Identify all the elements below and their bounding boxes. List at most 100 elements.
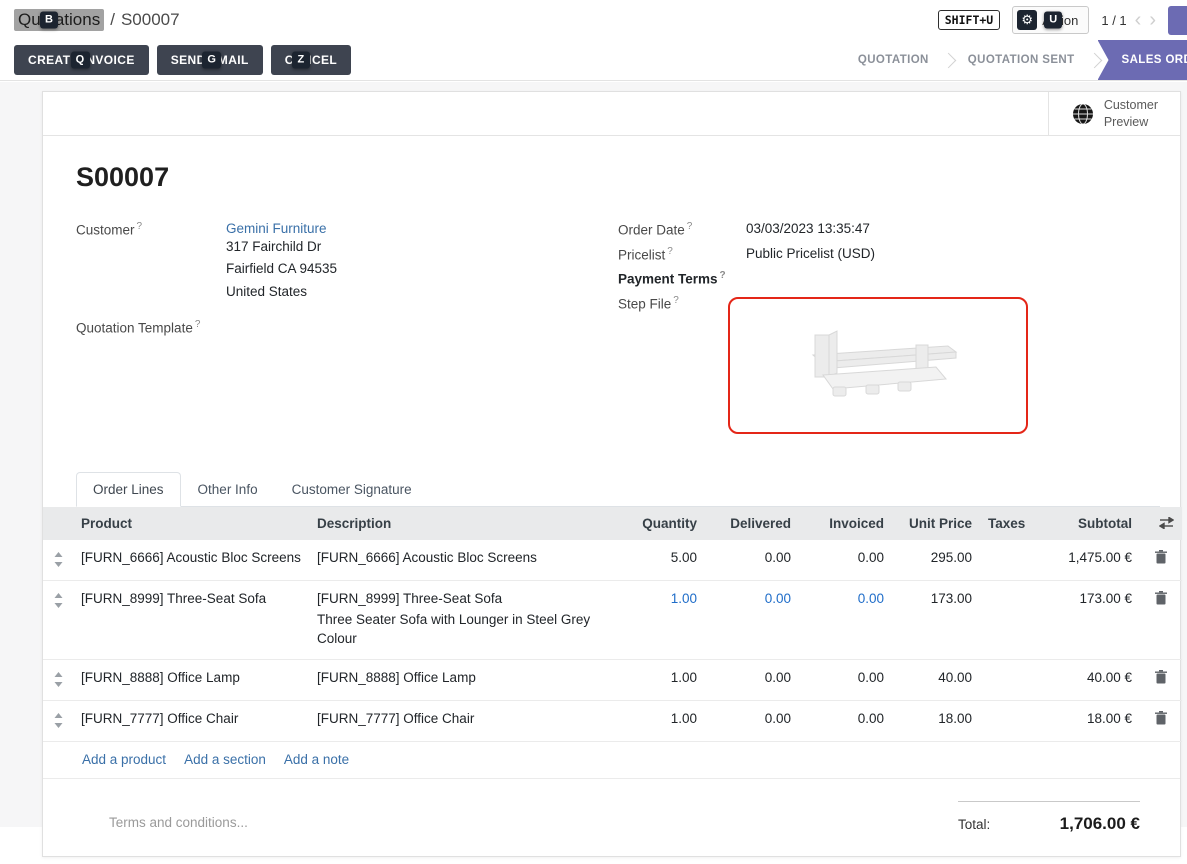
column-header-invoiced: Invoiced	[799, 507, 892, 540]
invoiced-cell[interactable]: 0.00	[799, 540, 892, 581]
taxes-cell[interactable]	[980, 540, 1034, 581]
description-cell[interactable]: [FURN_7777] Office Chair	[309, 700, 615, 741]
order-line-row[interactable]: [FURN_8999] Three-Seat Sofa [FURN_8999] …	[43, 580, 1182, 659]
shortcut-badge-g: G	[202, 52, 221, 69]
shortcut-badge-q: Q	[71, 52, 90, 69]
product-cell[interactable]: [FURN_8888] Office Lamp	[73, 659, 309, 700]
description-cell[interactable]: [FURN_8888] Office Lamp	[309, 659, 615, 700]
delivered-cell[interactable]: 0.00	[705, 700, 799, 741]
delete-line-button[interactable]	[1140, 540, 1182, 581]
order-line-row[interactable]: [FURN_6666] Acoustic Bloc Screens [FURN_…	[43, 540, 1182, 581]
sheet-header: Customer Preview	[43, 92, 1180, 136]
taxes-cell[interactable]	[980, 700, 1034, 741]
quantity-cell[interactable]: 5.00	[615, 540, 705, 581]
taxes-cell[interactable]	[980, 659, 1034, 700]
payment-terms-field-label: Payment Terms?	[618, 270, 746, 287]
topbar-right-tools: SHIFT+U ⚙ Action U 1 / 1 ‹ › Cl	[938, 6, 1187, 35]
tab-order-lines[interactable]: Order Lines	[76, 472, 181, 507]
breadcrumb-quotations-link[interactable]: Quotations B	[14, 9, 104, 31]
customer-preview-label: Customer Preview	[1104, 97, 1158, 130]
customer-link[interactable]: Gemini Furniture	[226, 221, 327, 236]
order-line-row[interactable]: [FURN_8888] Office Lamp [FURN_8888] Offi…	[43, 659, 1182, 700]
add-section-link[interactable]: Add a section	[184, 752, 266, 767]
delivered-cell[interactable]: 0.00	[705, 580, 799, 659]
step-file-image[interactable]	[728, 297, 1028, 434]
taxes-cell[interactable]	[980, 580, 1034, 659]
total-value: 1,706.00 €	[1060, 814, 1140, 834]
delete-line-button[interactable]	[1140, 700, 1182, 741]
close-button[interactable]: Cl	[1168, 6, 1187, 35]
content-area: Customer Preview S00007 Customer? Gemini…	[0, 82, 1187, 827]
delivered-cell[interactable]: 0.00	[705, 540, 799, 581]
order-date-field[interactable]: 03/03/2023 13:35:47	[746, 221, 870, 238]
quantity-cell[interactable]: 1.00	[615, 659, 705, 700]
customer-address: 317 Fairchild Dr Fairfield CA 94535 Unit…	[226, 236, 337, 303]
invoiced-cell[interactable]: 0.00	[799, 580, 892, 659]
drag-handle-icon[interactable]	[43, 540, 73, 581]
pager-next-icon[interactable]: ›	[1149, 10, 1156, 30]
create-invoice-button[interactable]: CREATE INVOICE Q	[14, 45, 149, 75]
unit-price-cell[interactable]: 295.00	[892, 540, 980, 581]
gear-icon: ⚙	[1017, 10, 1037, 30]
quantity-cell[interactable]: 1.00	[615, 580, 705, 659]
column-header-unit-price: Unit Price	[892, 507, 980, 540]
subtotal-cell: 173.00 €	[1034, 580, 1140, 659]
add-product-link[interactable]: Add a product	[82, 752, 166, 767]
handle-column-header	[43, 507, 73, 540]
subtotal-cell: 40.00 €	[1034, 659, 1140, 700]
top-bar: Quotations B / S00007 SHIFT+U ⚙ Action U…	[0, 0, 1187, 40]
sheet-footer: Terms and conditions... Total: 1,706.00 …	[76, 779, 1160, 864]
order-date-field-label: Order Date?	[618, 221, 746, 238]
unit-price-cell[interactable]: 40.00	[892, 659, 980, 700]
drag-handle-icon[interactable]	[43, 700, 73, 741]
invoiced-cell[interactable]: 0.00	[799, 659, 892, 700]
delivered-cell[interactable]: 0.00	[705, 659, 799, 700]
optional-columns-header	[1140, 507, 1182, 540]
shortcut-badge-z: Z	[292, 52, 309, 69]
unit-price-cell[interactable]: 173.00	[892, 580, 980, 659]
unit-price-cell[interactable]: 18.00	[892, 700, 980, 741]
form-action-buttons: CREATE INVOICE Q SEND EMAIL G CANCEL Z	[0, 40, 351, 80]
description-cell[interactable]: [FURN_8999] Three-Seat Sofa Three Seater…	[309, 580, 615, 659]
shortcut-hint-shift-u: SHIFT+U	[938, 10, 1000, 30]
shortcut-badge-u: U	[1044, 12, 1062, 29]
drag-handle-icon[interactable]	[43, 659, 73, 700]
breadcrumb-parent-label: Quotations	[18, 10, 100, 29]
invoiced-cell[interactable]: 0.00	[799, 700, 892, 741]
quotation-template-field-label: Quotation Template?	[76, 319, 226, 336]
customer-preview-button[interactable]: Customer Preview	[1048, 92, 1180, 135]
step-file-3d-render	[788, 315, 968, 415]
column-header-subtotal: Subtotal	[1034, 507, 1140, 540]
cancel-button[interactable]: CANCEL Z	[271, 45, 351, 75]
page-title: S00007	[76, 162, 1160, 193]
status-step-quotation[interactable]: QUOTATION	[842, 40, 945, 80]
action-menu-button[interactable]: ⚙ Action U	[1012, 6, 1089, 34]
product-cell[interactable]: [FURN_8999] Three-Seat Sofa	[73, 580, 309, 659]
terms-and-conditions-field[interactable]: Terms and conditions...	[109, 801, 248, 830]
send-email-button[interactable]: SEND EMAIL G	[157, 45, 263, 75]
form-sheet: Customer Preview S00007 Customer? Gemini…	[42, 91, 1181, 857]
tab-customer-signature[interactable]: Customer Signature	[275, 472, 429, 507]
tab-other-info[interactable]: Other Info	[181, 472, 275, 507]
pricelist-field[interactable]: Public Pricelist (USD)	[746, 246, 875, 263]
total-summary: Total: 1,706.00 €	[958, 801, 1140, 834]
order-line-row[interactable]: [FURN_7777] Office Chair [FURN_7777] Off…	[43, 700, 1182, 741]
quantity-cell[interactable]: 1.00	[615, 700, 705, 741]
add-note-link[interactable]: Add a note	[284, 752, 349, 767]
status-step-quotation-sent[interactable]: QUOTATION SENT	[952, 40, 1091, 80]
delete-line-button[interactable]	[1140, 659, 1182, 700]
pager-previous-icon[interactable]: ‹	[1135, 10, 1142, 30]
drag-handle-icon[interactable]	[43, 580, 73, 659]
field-column-left: Customer? Gemini Furniture 317 Fairchild…	[76, 221, 618, 442]
help-icon: ?	[195, 319, 201, 330]
product-cell[interactable]: [FURN_7777] Office Chair	[73, 700, 309, 741]
optional-columns-icon[interactable]	[1159, 517, 1174, 529]
product-cell[interactable]: [FURN_6666] Acoustic Bloc Screens	[73, 540, 309, 581]
delete-line-button[interactable]	[1140, 580, 1182, 659]
help-icon: ?	[720, 270, 726, 281]
globe-icon	[1071, 102, 1095, 126]
status-step-sales-order[interactable]: SALES ORDER	[1098, 40, 1187, 80]
description-cell[interactable]: [FURN_6666] Acoustic Bloc Screens	[309, 540, 615, 581]
pager-value: 1 / 1	[1101, 13, 1126, 28]
help-icon: ?	[137, 221, 143, 232]
